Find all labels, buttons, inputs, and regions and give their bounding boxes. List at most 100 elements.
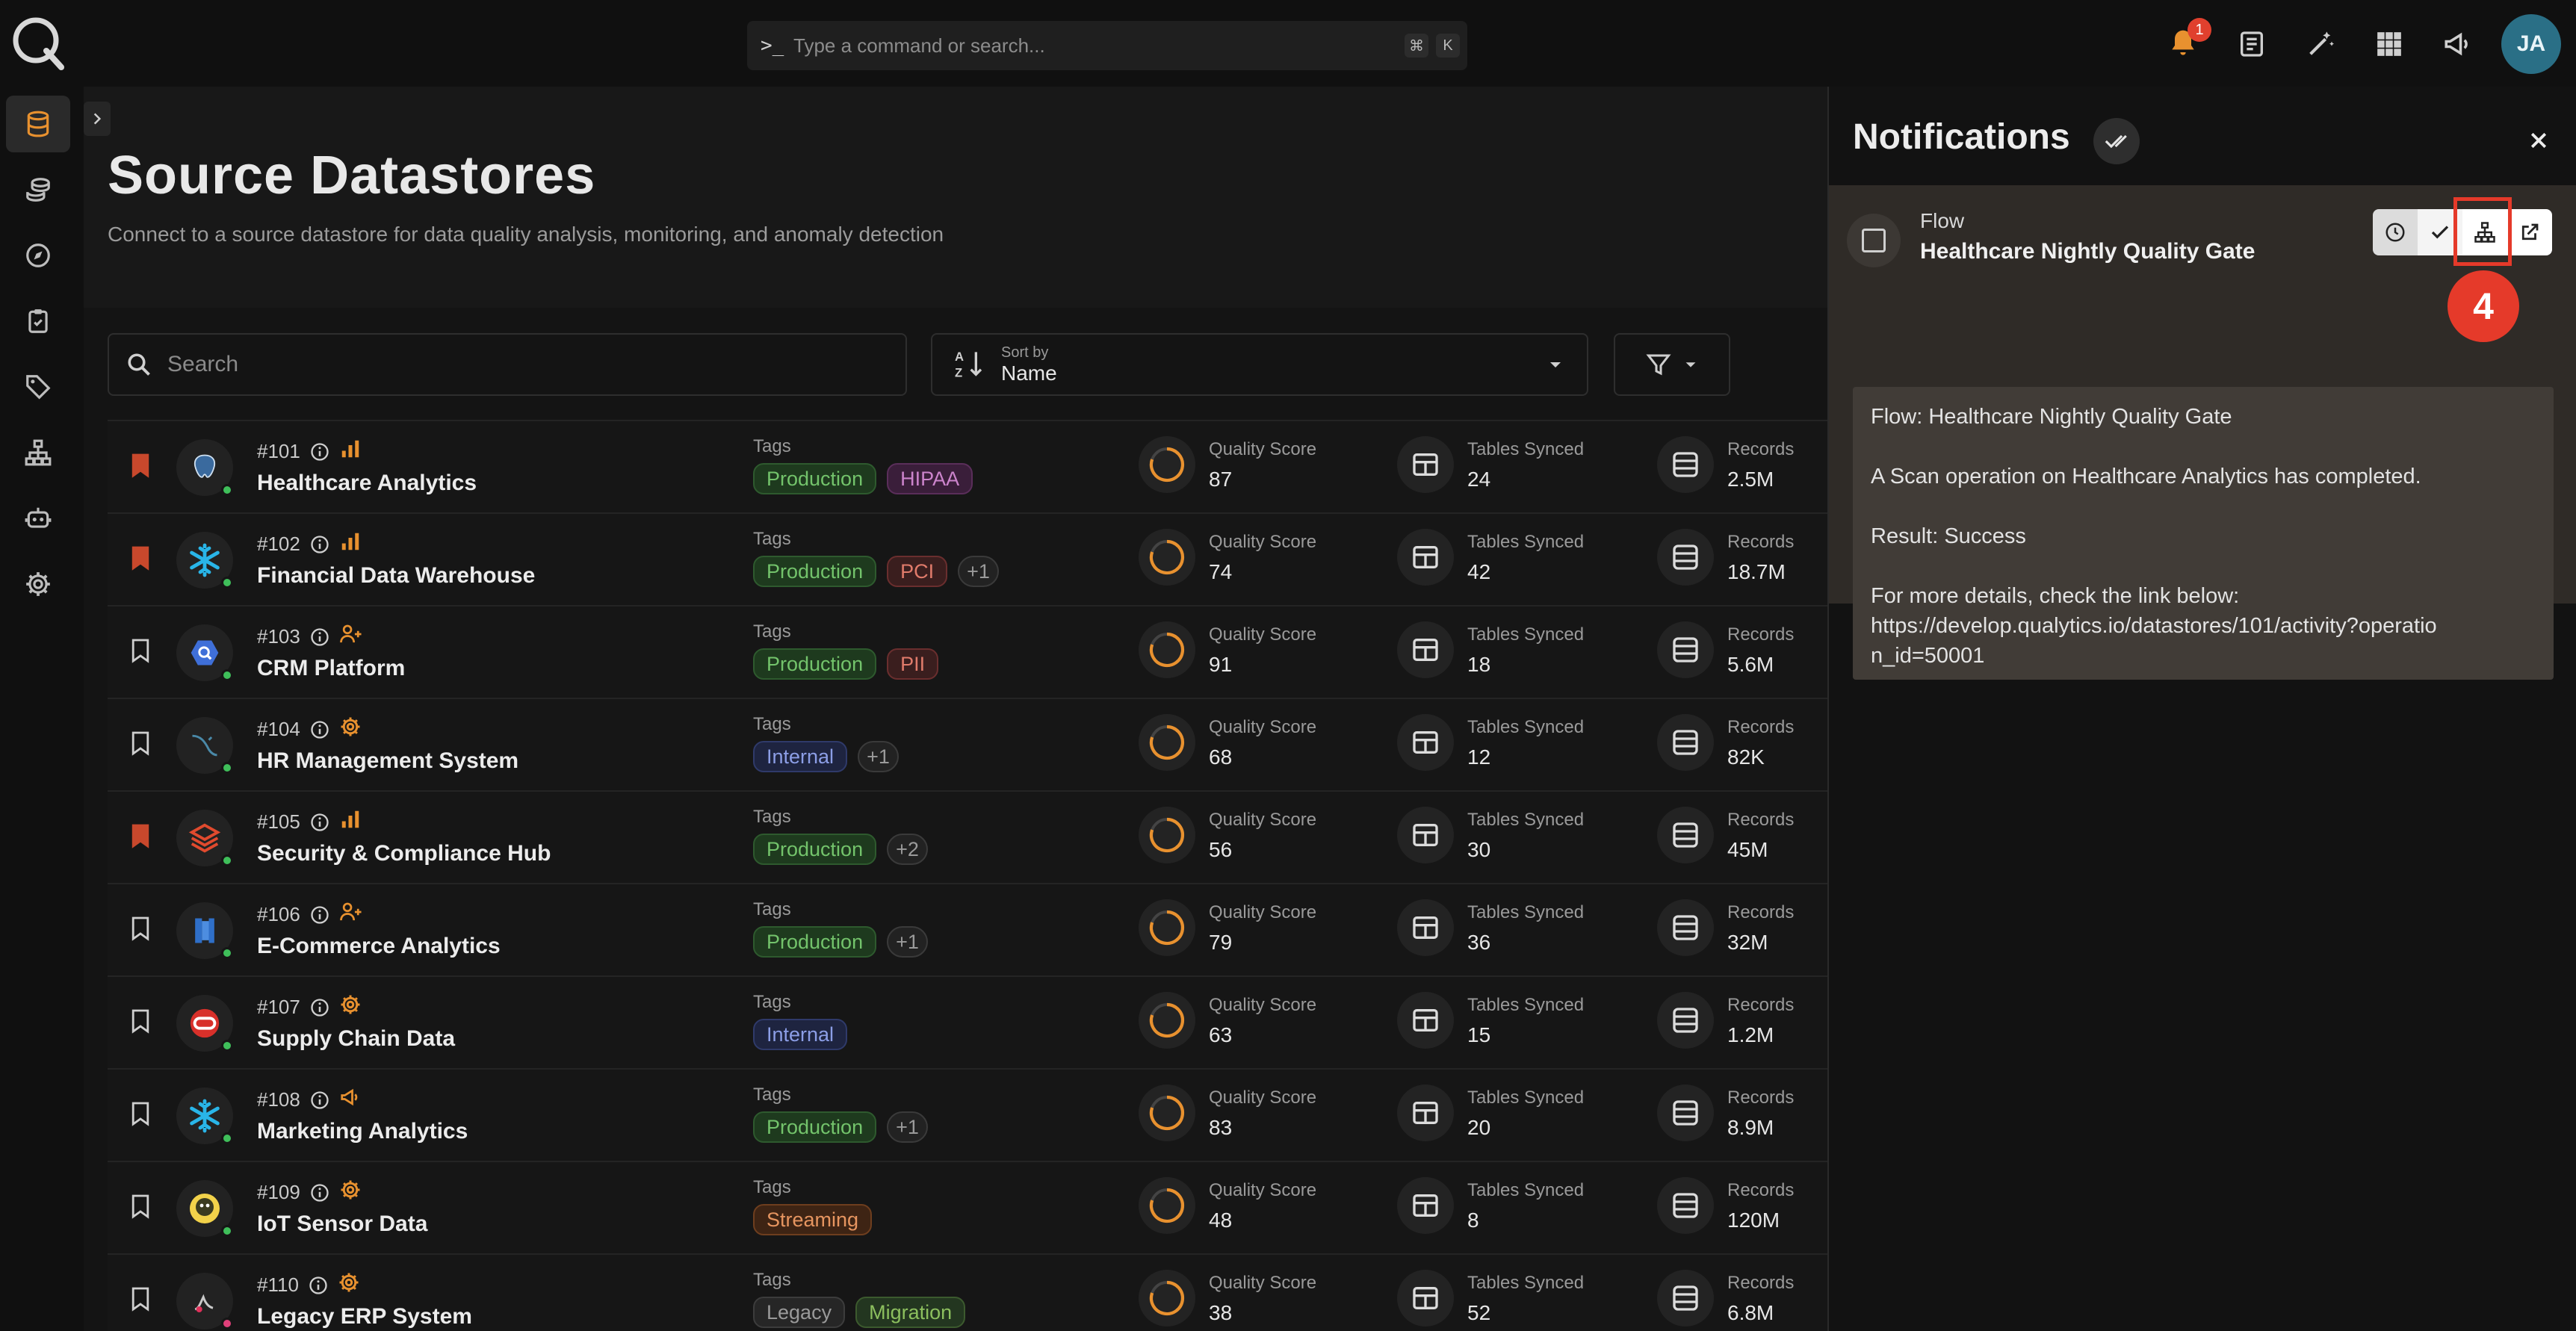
quality-score-value: 63: [1209, 1023, 1233, 1046]
datastore-name[interactable]: Supply Chain Data: [257, 1026, 455, 1052]
datastore-row[interactable]: #110 Legacy ERP System Tags Legacy Migrat…: [108, 1253, 1829, 1331]
docs-button[interactable]: [2217, 18, 2286, 70]
records-metric: Records 8.9M: [1657, 1085, 1794, 1141]
notification-select-checkbox[interactable]: [1847, 214, 1901, 267]
datastore-row[interactable]: #109 IoT Sensor Data Tags Streaming Qual…: [108, 1161, 1829, 1253]
info-icon[interactable]: [309, 905, 330, 925]
info-icon[interactable]: [309, 1090, 330, 1111]
bookmark-button[interactable]: [130, 453, 151, 482]
datastore-name[interactable]: E-Commerce Analytics: [257, 934, 501, 959]
datastore-row[interactable]: #105 Security & Compliance Hub Tags Prod…: [108, 790, 1829, 883]
annotation-step-badge: 4: [2447, 270, 2519, 342]
sidebar-item-agents[interactable]: [6, 490, 70, 547]
sidebar-item-datastores[interactable]: [6, 96, 70, 152]
quality-score-ring-icon: [1139, 714, 1195, 771]
activity-link[interactable]: https://develop.qualytics.io/datastores/…: [1871, 611, 2439, 671]
datastore-name[interactable]: Security & Compliance Hub: [257, 841, 551, 866]
sidebar-item-explore[interactable]: [6, 227, 70, 284]
bookmark-button[interactable]: [130, 545, 151, 574]
gear-icon: [26, 572, 50, 596]
info-icon[interactable]: [308, 1275, 329, 1296]
close-panel-button[interactable]: [2522, 124, 2555, 157]
bookmark-button[interactable]: [130, 1008, 151, 1037]
bookmark-button[interactable]: [130, 1194, 151, 1223]
tag-list: Legacy Migration: [753, 1297, 966, 1328]
datastore-id: #106: [257, 903, 300, 925]
tables-synced-metric: Tables Synced 52: [1397, 1270, 1584, 1327]
datastore-row[interactable]: #108 Marketing Analytics Tags Production…: [108, 1068, 1829, 1161]
datastore-row[interactable]: #104 HR Management System Tags Internal +…: [108, 698, 1829, 790]
sidebar-item-tags[interactable]: [6, 359, 70, 415]
notifications-button[interactable]: 1: [2149, 18, 2217, 70]
datastore-name[interactable]: HR Management System: [257, 748, 518, 774]
datastore-name[interactable]: Financial Data Warehouse: [257, 563, 535, 589]
tag-list: Streaming: [753, 1204, 873, 1235]
bookmark-button[interactable]: [130, 730, 151, 760]
datastore-row[interactable]: #103 CRM Platform Tags Production PII Qua…: [108, 605, 1829, 698]
bookmark-button[interactable]: [130, 1286, 151, 1315]
datastore-row[interactable]: #106 E-Commerce Analytics Tags Productio…: [108, 883, 1829, 975]
info-icon[interactable]: [309, 719, 330, 740]
command-placeholder: Type a command or search...: [793, 34, 1045, 57]
datastore-name[interactable]: IoT Sensor Data: [257, 1211, 427, 1237]
bookmark-icon: [131, 546, 149, 571]
sidebar-item-enrichment[interactable]: [6, 161, 70, 218]
datastore-name[interactable]: Healthcare Analytics: [257, 471, 477, 496]
bookmark-button[interactable]: [130, 1101, 151, 1130]
expand-sidebar-button[interactable]: [84, 102, 111, 136]
mark-all-read-button[interactable]: [2093, 118, 2140, 164]
info-icon[interactable]: [309, 441, 330, 462]
sidebar-item-checks[interactable]: [6, 293, 70, 350]
snooze-button[interactable]: [2373, 209, 2418, 255]
tag-badge: Production: [753, 463, 877, 494]
sidebar-item-settings[interactable]: [6, 556, 70, 612]
magic-wand-button[interactable]: [2286, 18, 2355, 70]
records-label: Records: [1727, 902, 1795, 922]
quality-score-metric: Quality Score 87: [1139, 436, 1316, 493]
filter-button[interactable]: [1614, 333, 1730, 396]
datastore-id: #104: [257, 718, 300, 740]
datastore-id-line: #110: [257, 1271, 360, 1299]
datastore-name[interactable]: Marketing Analytics: [257, 1119, 468, 1144]
bookmark-button[interactable]: [130, 823, 151, 852]
tag-badge: Legacy: [753, 1297, 846, 1328]
tables-synced-label: Tables Synced: [1467, 439, 1585, 459]
open-external-button[interactable]: [2507, 209, 2552, 255]
info-icon[interactable]: [309, 627, 330, 648]
kbd-cmd: ⌘: [1405, 34, 1428, 58]
info-icon[interactable]: [309, 1182, 330, 1203]
datastore-name[interactable]: Legacy ERP System: [257, 1304, 472, 1330]
quality-score-metric: Quality Score 83: [1139, 1085, 1316, 1141]
tables-synced-value: 52: [1467, 1301, 1491, 1324]
connection-status-dot: [221, 669, 233, 681]
datastore-row[interactable]: #102 Financial Data Warehouse Tags Produ…: [108, 512, 1829, 605]
quality-score-ring-icon: [1139, 899, 1195, 956]
bookmark-button[interactable]: [130, 916, 151, 945]
apps-button[interactable]: [2355, 18, 2424, 70]
info-icon[interactable]: [309, 812, 330, 833]
connection-status-dot: [221, 762, 233, 774]
announcements-button[interactable]: [2424, 18, 2492, 70]
datastore-row[interactable]: #107 Supply Chain Data Tags Internal Qua…: [108, 975, 1829, 1068]
qualytics-logo-icon[interactable]: [9, 13, 66, 70]
command-search-input[interactable]: >_ Type a command or search... ⌘ K: [747, 21, 1467, 70]
grid-icon: [2377, 32, 2401, 56]
search-field[interactable]: [108, 333, 907, 396]
info-icon[interactable]: [309, 534, 330, 555]
records-label: Records: [1727, 1088, 1795, 1108]
user-avatar[interactable]: JA: [2501, 14, 2561, 74]
tables-synced-label: Tables Synced: [1467, 532, 1585, 552]
bookmark-icon: [131, 639, 149, 663]
records-metric: Records 120M: [1657, 1177, 1794, 1234]
quality-score-ring-icon: [1139, 1270, 1195, 1327]
sort-select[interactable]: AZ Sort by Name: [931, 333, 1588, 396]
table-icon: [1397, 529, 1454, 586]
datastore-row[interactable]: #101 Healthcare Analytics Tags Productio…: [108, 420, 1829, 512]
page-subtitle: Connect to a source datastore for data q…: [108, 223, 944, 246]
records-label: Records: [1727, 532, 1795, 552]
search-input[interactable]: [167, 352, 840, 377]
info-icon[interactable]: [309, 997, 330, 1018]
bookmark-button[interactable]: [130, 638, 151, 667]
sidebar-item-flows[interactable]: [6, 424, 70, 481]
datastore-name[interactable]: CRM Platform: [257, 656, 405, 681]
